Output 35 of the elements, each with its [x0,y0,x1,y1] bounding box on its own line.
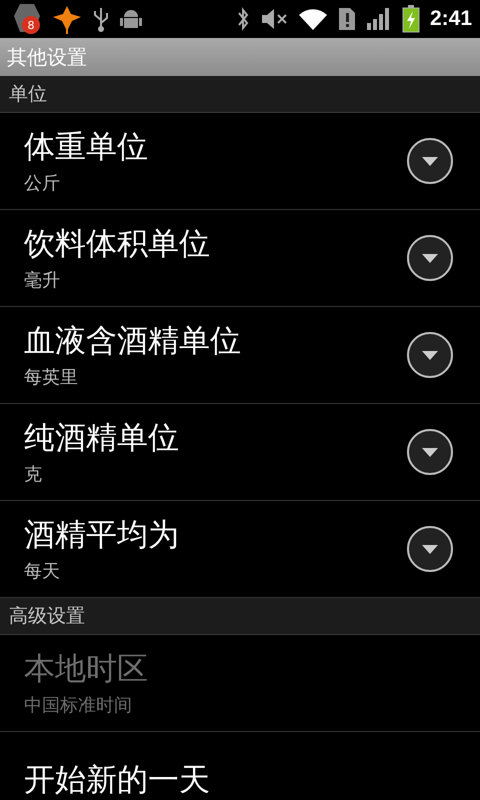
item-summary: 公斤 [24,172,60,195]
item-summary: 每英里 [24,366,78,389]
item-title: 血液含酒精单位 [24,322,241,361]
item-summary: 毫升 [24,269,60,292]
item-title: 本地时区 [24,650,148,689]
settings-item[interactable]: 体重单位 公斤 [0,113,480,210]
dropdown-icon[interactable] [406,525,454,573]
dropdown-icon[interactable] [406,234,454,282]
settings-item[interactable]: 饮料体积单位 毫升 [0,210,480,307]
category-title: 单位 [9,82,47,107]
category-title: 高级设置 [9,604,85,629]
item-title: 饮料体积单位 [24,225,210,264]
dropdown-icon[interactable] [406,428,454,476]
wifi-icon [298,7,328,31]
settings-item[interactable]: 血液含酒精单位 每英里 [0,307,480,404]
clock-time: 2:41 [430,7,472,31]
item-title: 体重单位 [24,128,148,167]
battery-charging-icon [402,5,420,33]
item-summary: 克 [24,463,42,486]
item-summary: 中国标准时间 [24,694,132,717]
mute-icon [260,8,288,30]
settings-item[interactable]: 开始新的一天 [0,732,480,800]
item-title: 纯酒精单位 [24,419,179,458]
bluetooth-icon [236,6,250,32]
screen-title: 其他设置 [7,44,87,70]
item-summary: 每天 [24,560,60,583]
settings-item[interactable]: 纯酒精单位 克 [0,404,480,501]
sim-alert-icon [338,7,356,31]
dropdown-icon[interactable] [406,331,454,379]
android-icon [120,7,142,31]
dropdown-icon[interactable] [406,137,454,185]
usb-icon [92,6,110,32]
item-title: 开始新的一天 [24,761,210,800]
item-title: 酒精平均为 [24,516,179,555]
signal-icon [366,7,392,31]
